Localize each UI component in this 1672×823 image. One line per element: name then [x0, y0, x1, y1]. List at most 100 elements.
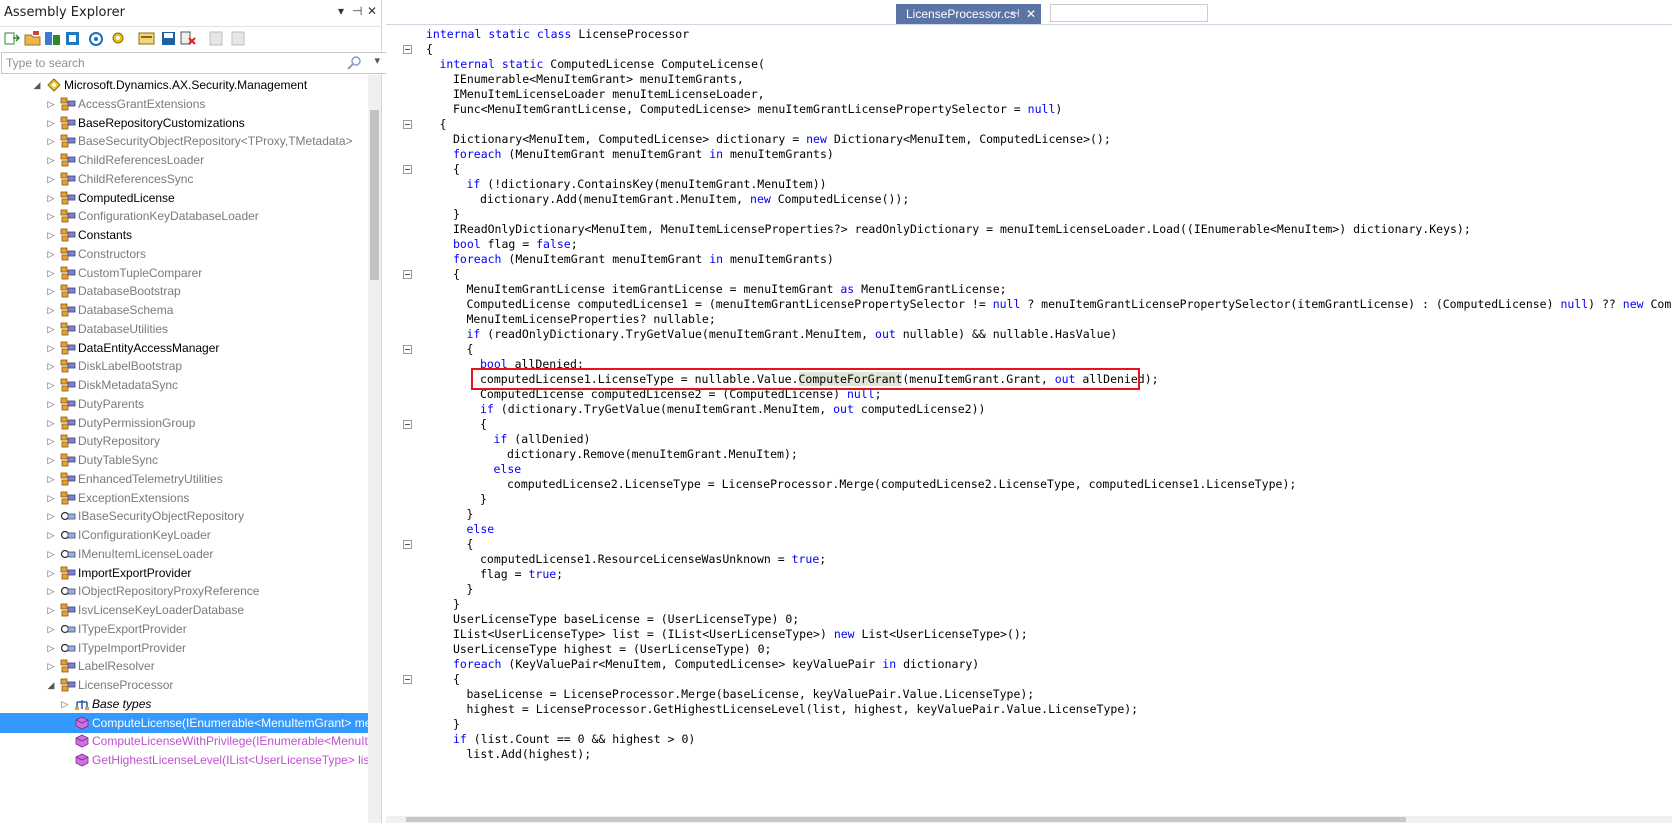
fold-toggle-icon[interactable]: [403, 675, 412, 684]
tree-item[interactable]: ▷ DutyRepository: [0, 431, 368, 451]
tree-item[interactable]: ▷ ITypeExportProvider: [0, 619, 368, 639]
tree-item[interactable]: ▷ Constants: [0, 225, 368, 245]
collapsed-arrow-icon[interactable]: ▷: [46, 581, 56, 601]
collapsed-arrow-icon[interactable]: ▷: [46, 619, 56, 639]
close-panel-icon[interactable]: ✕: [367, 4, 377, 18]
panel-dropdown-icon[interactable]: ▾: [338, 4, 344, 18]
fold-toggle-icon[interactable]: [403, 345, 412, 354]
collapsed-arrow-icon[interactable]: ▷: [46, 656, 56, 676]
fold-toggle-icon[interactable]: [403, 45, 412, 54]
tree-item[interactable]: ▷ IObjectRepositoryProxyReference: [0, 581, 368, 601]
collapsed-arrow-icon[interactable]: ▷: [46, 113, 56, 133]
collapsed-arrow-icon[interactable]: ▷: [46, 394, 56, 414]
tree-item[interactable]: ▷ AccessGrantExtensions: [0, 94, 368, 114]
tree-item[interactable]: ▷ DatabaseUtilities: [0, 319, 368, 339]
collapsed-arrow-icon[interactable]: ▷: [46, 281, 56, 301]
collapsed-arrow-icon[interactable]: ▷: [46, 169, 56, 189]
tree-item[interactable]: ComputeLicense(IEnumerable<MenuItemGrant…: [0, 712, 368, 733]
open-from-gac-icon[interactable]: [44, 30, 61, 47]
tab-license-processor[interactable]: LicenseProcessor.cs ⊣ ✕: [896, 4, 1041, 24]
tree-item[interactable]: ▷ ITypeImportProvider: [0, 638, 368, 658]
search-dropdown-icon[interactable]: ▾: [374, 54, 380, 67]
fold-toggle-icon[interactable]: [403, 270, 412, 279]
collapsed-arrow-icon[interactable]: ▷: [46, 638, 56, 658]
search-input[interactable]: [6, 55, 356, 71]
tree-item[interactable]: ▷ DatabaseBootstrap: [0, 281, 368, 301]
tree-item[interactable]: ComputeLicenseWithPrivilege(IEnumerable<…: [0, 731, 368, 751]
collapsed-arrow-icon[interactable]: ▷: [46, 300, 56, 320]
tree-item[interactable]: ▷ ExceptionExtensions: [0, 488, 368, 508]
tree-item[interactable]: ▷ ConfigurationKeyDatabaseLoader: [0, 206, 368, 226]
open-nuget-icon[interactable]: [64, 30, 81, 47]
tree-item[interactable]: ▷ DatabaseSchema: [0, 300, 368, 320]
tree-item[interactable]: ▷ ChildReferencesLoader: [0, 150, 368, 170]
collapsed-arrow-icon[interactable]: ▷: [46, 94, 56, 114]
collapsed-arrow-icon[interactable]: ▷: [46, 488, 56, 508]
code-scroll-thumb[interactable]: [406, 817, 1406, 822]
open-folder-icon[interactable]: [24, 30, 41, 47]
tree-item[interactable]: ▷ IBaseSecurityObjectRepository: [0, 506, 368, 526]
fold-toggle-icon[interactable]: [403, 420, 412, 429]
tree-item[interactable]: ▷ DutyParents: [0, 394, 368, 414]
fold-toggle-icon[interactable]: [403, 540, 412, 549]
collapsed-arrow-icon[interactable]: ▷: [46, 356, 56, 376]
collapsed-arrow-icon[interactable]: ▷: [46, 150, 56, 170]
collapsed-arrow-icon[interactable]: ▷: [46, 263, 56, 283]
tree-item[interactable]: ▷ DiskMetadataSync: [0, 375, 368, 395]
collapsed-arrow-icon[interactable]: ▷: [46, 544, 56, 564]
collapsed-arrow-icon[interactable]: ▷: [46, 131, 56, 151]
code-editor[interactable]: internal static class LicenseProcessor{i…: [386, 24, 1672, 817]
tab-close-icon[interactable]: ✕: [1026, 4, 1036, 24]
collapsed-arrow-icon[interactable]: ▷: [46, 525, 56, 545]
tree-item[interactable]: ▷ DataEntityAccessManager: [0, 338, 368, 358]
collapsed-arrow-icon[interactable]: ▷: [46, 244, 56, 264]
remove-assembly-icon[interactable]: [180, 30, 197, 47]
tree-item[interactable]: ▷ ImportExportProvider: [0, 563, 368, 583]
tree-item[interactable]: ▷ IMenuItemLicenseLoader: [0, 544, 368, 564]
collapsed-arrow-icon[interactable]: ▷: [46, 506, 56, 526]
tree-item[interactable]: ▷ IsvLicenseKeyLoaderDatabase: [0, 600, 368, 620]
save-list-icon[interactable]: [160, 30, 177, 47]
tree-item[interactable]: ▷ Base types: [0, 694, 368, 714]
tree-item[interactable]: ▷ Constructors: [0, 244, 368, 264]
tree-item[interactable]: ▷ LabelResolver: [0, 656, 368, 676]
group-by-namespace-icon[interactable]: [138, 30, 155, 47]
tree-item[interactable]: ◢ Microsoft.Dynamics.AX.Security.Manageme…: [0, 75, 368, 95]
tree-item[interactable]: ▷ CustomTupleComparer: [0, 263, 368, 283]
fold-toggle-icon[interactable]: [403, 120, 412, 129]
collapsed-arrow-icon[interactable]: ▷: [46, 431, 56, 451]
expanded-arrow-icon[interactable]: ◢: [46, 675, 56, 695]
search-options-icon[interactable]: [346, 56, 362, 70]
collapsed-arrow-icon[interactable]: ▷: [46, 450, 56, 470]
expanded-arrow-icon[interactable]: ◢: [32, 75, 42, 95]
collapsed-arrow-icon[interactable]: ▷: [46, 188, 56, 208]
collapsed-arrow-icon[interactable]: ▷: [46, 600, 56, 620]
code-horizontal-scrollbar[interactable]: [386, 816, 1672, 823]
collapsed-arrow-icon[interactable]: ▷: [46, 563, 56, 583]
collapsed-arrow-icon[interactable]: ▷: [46, 338, 56, 358]
collapsed-arrow-icon[interactable]: ▷: [46, 319, 56, 339]
collapsed-arrow-icon[interactable]: ▷: [46, 206, 56, 226]
fold-toggle-icon[interactable]: [403, 165, 412, 174]
collapsed-arrow-icon[interactable]: ▷: [46, 413, 56, 433]
tree-item[interactable]: ▷ ChildReferencesSync: [0, 169, 368, 189]
collapsed-arrow-icon[interactable]: ▷: [46, 469, 56, 489]
tree-item[interactable]: ▷ ComputedLicense: [0, 188, 368, 208]
tree-item[interactable]: ▷ BaseSecurityObjectRepository<TProxy,TMe…: [0, 131, 368, 151]
tree-scroll-thumb[interactable]: [370, 110, 379, 280]
open-process-icon[interactable]: [88, 30, 105, 47]
tree-item[interactable]: ▷ BaseRepositoryCustomizations: [0, 113, 368, 133]
tree-item[interactable]: ▷ DiskLabelBootstrap: [0, 356, 368, 376]
settings-icon[interactable]: [110, 30, 127, 47]
tree-vertical-scrollbar[interactable]: [368, 75, 381, 823]
tree-item[interactable]: ◢ LicenseProcessor: [0, 675, 368, 695]
collapsed-arrow-icon[interactable]: ▷: [46, 375, 56, 395]
tree-item[interactable]: ▷ DutyPermissionGroup: [0, 413, 368, 433]
collapsed-arrow-icon[interactable]: ▷: [46, 225, 56, 245]
tree-item[interactable]: ▷ EnhancedTelemetryUtilities: [0, 469, 368, 489]
collapsed-arrow-icon[interactable]: ▷: [60, 694, 70, 714]
tree-item[interactable]: ▷ IConfigurationKeyLoader: [0, 525, 368, 545]
tab-pin-icon[interactable]: ⊣: [1010, 4, 1020, 24]
open-assembly-icon[interactable]: [4, 30, 21, 47]
tree-item[interactable]: ▷ DutyTableSync: [0, 450, 368, 470]
